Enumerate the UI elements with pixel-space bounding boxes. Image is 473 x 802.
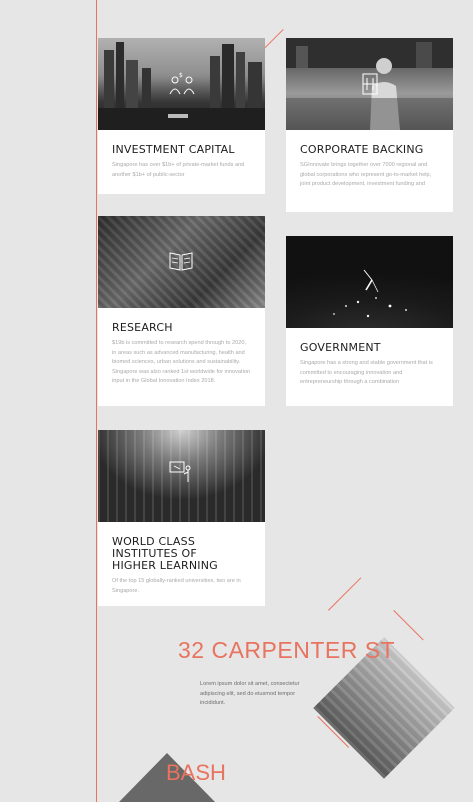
card-description: SGInnovate brings together over 7000 reg… — [300, 162, 432, 188]
card-title: INVESTMENT CAPITAL — [112, 143, 235, 156]
book-icon — [169, 252, 193, 271]
card-description: $19b is committed to research spend thro… — [112, 340, 251, 385]
svg-text:$: $ — [179, 72, 183, 79]
museum-hall-image — [98, 430, 265, 522]
card-title: CORPORATE BACKING — [300, 143, 424, 156]
decorative-line — [328, 577, 362, 611]
page: $ INVESTMENT CAPITAL Singapore has over … — [0, 0, 473, 802]
people-money-icon: $ — [169, 72, 195, 95]
card-description: Of the top 15 globally-ranked universiti… — [112, 578, 241, 594]
card-title: WORLD CLASS INSTITUTES OF HIGHER LEARNIN… — [112, 535, 218, 572]
card-world-class-institutes[interactable]: WORLD CLASS INSTITUTES OF HIGHER LEARNIN… — [98, 430, 265, 606]
earth-night-image — [286, 236, 453, 328]
building-icon — [362, 73, 378, 95]
card-description: Singapore has a strong and stable govern… — [300, 360, 433, 386]
card-investment-capital[interactable]: $ INVESTMENT CAPITAL Singapore has over … — [98, 38, 265, 194]
crowd-image — [286, 38, 453, 130]
presentation-icon — [169, 461, 191, 482]
card-description: Singapore has over $1b+ of private-marke… — [112, 162, 245, 178]
chevron-network-icon — [363, 269, 379, 293]
aerial-city-image — [98, 216, 265, 308]
location-description: Lorem ipsum dolor sit amet, consectetur … — [200, 681, 300, 707]
vertical-guide-line — [96, 0, 97, 802]
card-research[interactable]: RESEARCH $19b is committed to research s… — [98, 216, 265, 406]
city-skyline-image: $ — [98, 38, 265, 130]
card-government[interactable]: GOVERNMENT Singapore has a strong and st… — [286, 236, 453, 406]
bash-label: BASH — [166, 760, 226, 785]
decorative-line — [393, 610, 424, 641]
card-title: GOVERNMENT — [300, 341, 381, 354]
card-corporate-backing[interactable]: CORPORATE BACKING SGInnovate brings toge… — [286, 38, 453, 212]
card-title: RESEARCH — [112, 321, 173, 334]
location-address: 32 CARPENTER ST — [178, 637, 396, 663]
